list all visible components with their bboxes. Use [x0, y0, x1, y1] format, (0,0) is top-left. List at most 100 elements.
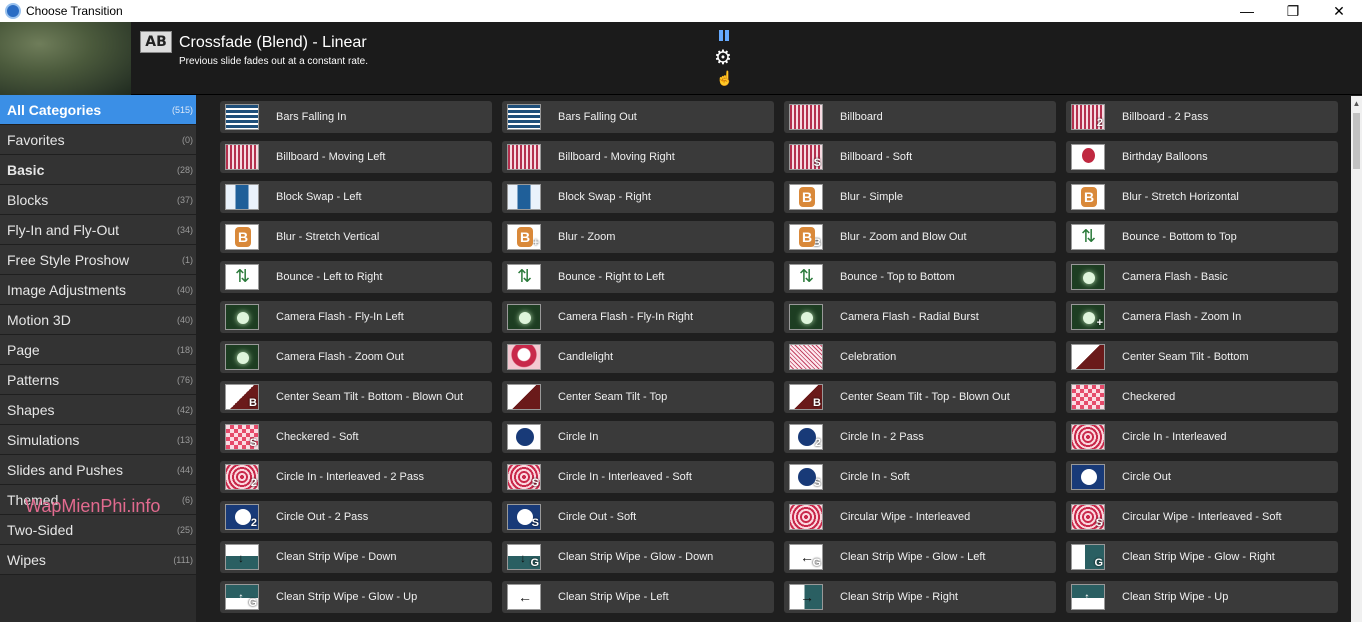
transition-label: Camera Flash - Basic — [1122, 271, 1228, 283]
transition-label: Bars Falling In — [276, 111, 347, 123]
transition-tile[interactable]: Circle In - Interleaved — [1066, 421, 1338, 453]
transition-label: Camera Flash - Fly-In Right — [558, 311, 694, 323]
category-item[interactable]: Page (18) — [0, 335, 196, 365]
transition-tile[interactable]: 2 Circle In - 2 Pass — [784, 421, 1056, 453]
transition-tile[interactable]: G Clean Strip Wipe - Glow - Down — [502, 541, 774, 573]
category-item[interactable]: Patterns (76) — [0, 365, 196, 395]
transition-tile[interactable]: G Clean Strip Wipe - Glow - Up — [220, 581, 492, 613]
transition-tile[interactable]: Blur - Simple — [784, 181, 1056, 213]
block-icon — [225, 184, 259, 210]
scroll-thumb[interactable] — [1353, 113, 1360, 169]
grid-scrollbar[interactable]: ▲ — [1351, 96, 1362, 622]
category-item[interactable]: Two-Sided (25) — [0, 515, 196, 545]
transition-tile[interactable]: Camera Flash - Radial Burst — [784, 301, 1056, 333]
transition-tile[interactable]: S Circular Wipe - Interleaved - Soft — [1066, 501, 1338, 533]
transition-tile[interactable]: + Blur - Zoom — [502, 221, 774, 253]
transition-tile[interactable]: S Circle In - Interleaved - Soft — [502, 461, 774, 493]
category-name: Slides and Pushes — [7, 461, 123, 478]
blur-icon — [789, 184, 823, 210]
category-item[interactable]: Blocks (37) — [0, 185, 196, 215]
restore-button[interactable]: ❐ — [1270, 0, 1316, 22]
transition-label: Camera Flash - Zoom In — [1122, 311, 1242, 323]
category-item[interactable]: Fly-In and Fly-Out (34) — [0, 215, 196, 245]
category-count: (44) — [176, 464, 193, 475]
transition-tile[interactable]: Bounce - Bottom to Top — [1066, 221, 1338, 253]
transition-tile[interactable]: 2 Circle Out - 2 Pass — [220, 501, 492, 533]
category-item[interactable]: Slides and Pushes (44) — [0, 455, 196, 485]
transition-tile[interactable]: Bars Falling Out — [502, 101, 774, 133]
transition-tile[interactable]: + Camera Flash - Zoom In — [1066, 301, 1338, 333]
transition-tile[interactable]: Camera Flash - Zoom Out — [220, 341, 492, 373]
transition-tile[interactable]: Clean Strip Wipe - Down — [220, 541, 492, 573]
category-item[interactable]: Simulations (13) — [0, 425, 196, 455]
candle-icon — [507, 344, 541, 370]
transition-tile[interactable]: 2 Circle In - Interleaved - 2 Pass — [220, 461, 492, 493]
transition-label: Clean Strip Wipe - Up — [1122, 591, 1229, 603]
category-item[interactable]: Favorites (0) — [0, 125, 196, 155]
transition-label: Block Swap - Left — [276, 191, 362, 203]
category-item[interactable]: Free Style Proshow (1) — [0, 245, 196, 275]
transition-tile[interactable]: S Circle In - Soft — [784, 461, 1056, 493]
scroll-up-icon[interactable]: ▲ — [1351, 96, 1362, 112]
transition-tile[interactable]: B Center Seam Tilt - Top - Blown Out — [784, 381, 1056, 413]
category-item[interactable]: Motion 3D (40) — [0, 305, 196, 335]
transition-label: Circle In - Soft — [840, 471, 910, 483]
transition-tile[interactable]: Block Swap - Left — [220, 181, 492, 213]
transition-tile[interactable]: S Circle Out - Soft — [502, 501, 774, 533]
transition-tile[interactable]: Block Swap - Right — [502, 181, 774, 213]
transition-tile[interactable]: Bounce - Left to Right — [220, 261, 492, 293]
minimize-button[interactable]: — — [1224, 0, 1270, 22]
transition-tile[interactable]: Candlelight — [502, 341, 774, 373]
transition-tile[interactable]: Clean Strip Wipe - Left — [502, 581, 774, 613]
transition-tile[interactable]: Celebration — [784, 341, 1056, 373]
category-item[interactable]: Image Adjustments (40) — [0, 275, 196, 305]
category-name: Favorites — [7, 131, 65, 148]
transition-label: Center Seam Tilt - Top - Blown Out — [840, 391, 1010, 403]
transition-tile[interactable]: 2 Billboard - 2 Pass — [1066, 101, 1338, 133]
transition-tile[interactable]: Bounce - Right to Left — [502, 261, 774, 293]
category-item[interactable]: Basic (28) — [0, 155, 196, 185]
transition-tile[interactable]: Billboard — [784, 101, 1056, 133]
transition-label: Clean Strip Wipe - Right — [840, 591, 958, 603]
transition-tile[interactable]: Circle Out — [1066, 461, 1338, 493]
transition-label: Circle In - Interleaved — [1122, 431, 1227, 443]
transition-tile[interactable]: Blur - Stretch Horizontal — [1066, 181, 1338, 213]
category-item[interactable]: Shapes (42) — [0, 395, 196, 425]
preview-thumbnail — [0, 22, 131, 95]
transition-tile[interactable]: Center Seam Tilt - Bottom — [1066, 341, 1338, 373]
transition-tile[interactable]: Birthday Balloons — [1066, 141, 1338, 173]
category-item[interactable]: All Categories (515) — [0, 95, 196, 125]
transition-label: Clean Strip Wipe - Left — [558, 591, 669, 603]
transition-tile[interactable]: Camera Flash - Basic — [1066, 261, 1338, 293]
transition-tile[interactable]: Bounce - Top to Bottom — [784, 261, 1056, 293]
transition-tile[interactable]: G Clean Strip Wipe - Glow - Left — [784, 541, 1056, 573]
transition-tile[interactable]: Circle In — [502, 421, 774, 453]
transition-tile[interactable]: Blur - Stretch Vertical — [220, 221, 492, 253]
transition-tile[interactable]: Camera Flash - Fly-In Right — [502, 301, 774, 333]
transition-label: Billboard - Soft — [840, 151, 913, 163]
transition-badge: G — [812, 557, 821, 569]
gear-icon[interactable]: ⚙ — [714, 48, 732, 68]
transition-tile[interactable]: Bars Falling In — [220, 101, 492, 133]
window-title: Choose Transition — [26, 4, 123, 18]
transition-label: Bars Falling Out — [558, 111, 637, 123]
transition-tile[interactable]: G Clean Strip Wipe - Glow - Right — [1066, 541, 1338, 573]
category-item[interactable]: Wipes (111) — [0, 545, 196, 575]
transition-tile[interactable]: Clean Strip Wipe - Up — [1066, 581, 1338, 613]
transition-tile[interactable]: B Center Seam Tilt - Bottom - Blown Out — [220, 381, 492, 413]
transition-tile[interactable]: Billboard - Moving Left — [220, 141, 492, 173]
strip-right-icon — [789, 584, 823, 610]
transition-tile[interactable]: S Checkered - Soft — [220, 421, 492, 453]
transition-tile[interactable]: B Blur - Zoom and Blow Out — [784, 221, 1056, 253]
transition-tile[interactable]: Clean Strip Wipe - Right — [784, 581, 1056, 613]
transition-tile[interactable]: Checkered — [1066, 381, 1338, 413]
transition-tile[interactable]: Circular Wipe - Interleaved — [784, 501, 1056, 533]
transition-tile[interactable]: Camera Flash - Fly-In Left — [220, 301, 492, 333]
transition-tile[interactable]: S Billboard - Soft — [784, 141, 1056, 173]
circle-out-icon: 2 — [225, 504, 259, 530]
transition-tile[interactable]: Billboard - Moving Right — [502, 141, 774, 173]
pause-icon[interactable] — [718, 30, 730, 41]
transition-tile[interactable]: Center Seam Tilt - Top — [502, 381, 774, 413]
circle-in-icon: S — [789, 464, 823, 490]
close-button[interactable]: ✕ — [1316, 0, 1362, 22]
